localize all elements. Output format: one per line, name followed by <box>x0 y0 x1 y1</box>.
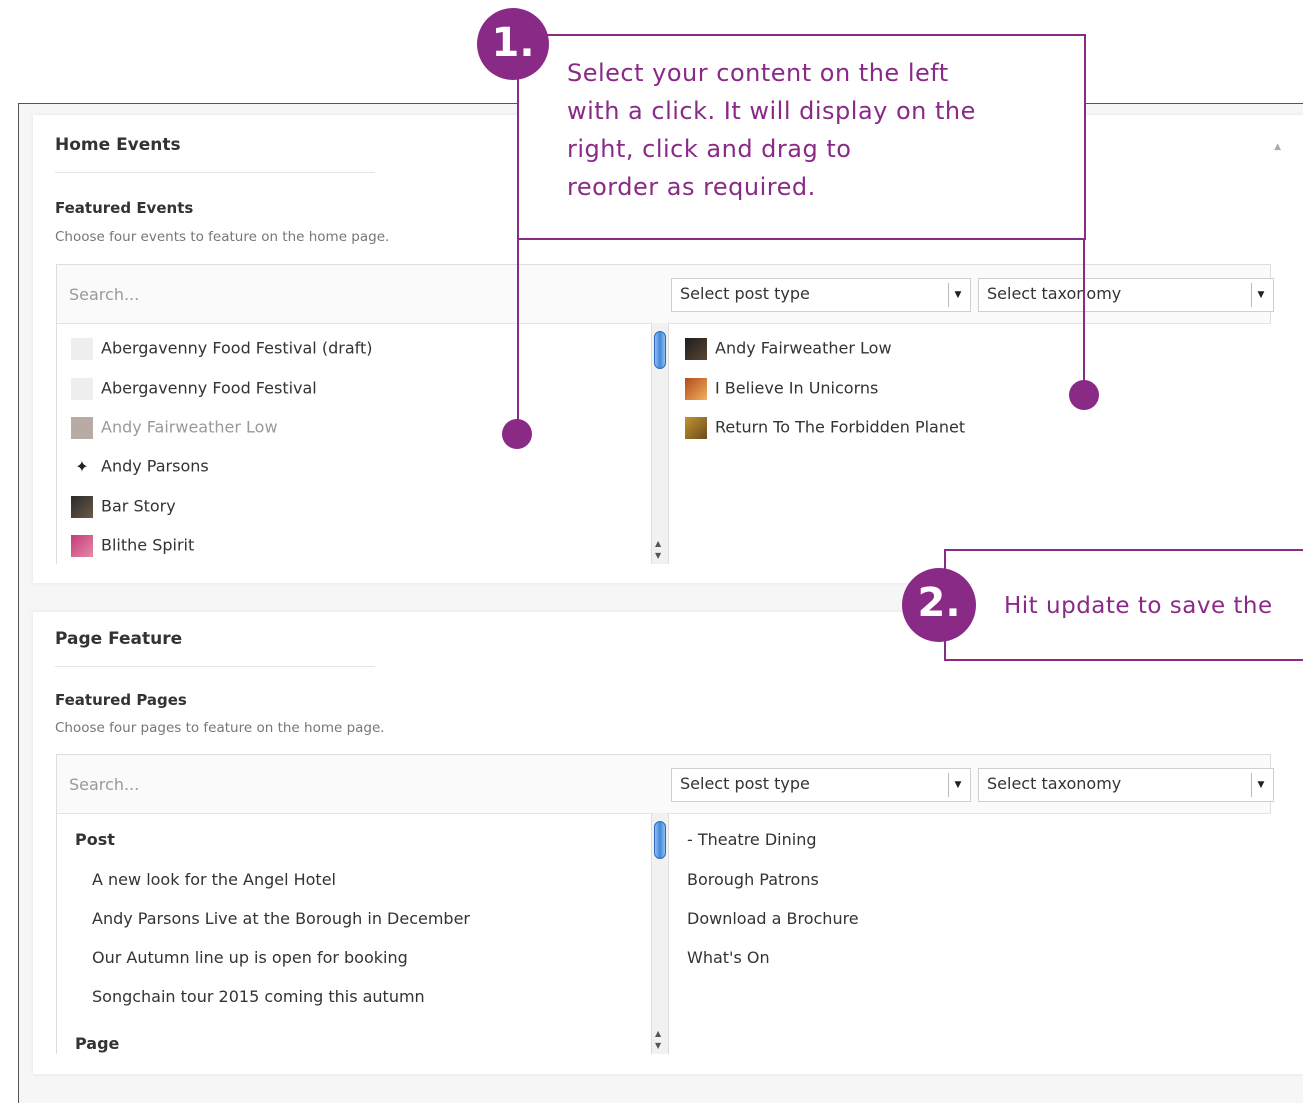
group-heading: Post <box>75 830 115 849</box>
thumbnail <box>685 417 707 439</box>
selected-list: Andy Fairweather Low I Believe In Unicor… <box>669 323 1271 565</box>
list-item[interactable]: ✦ Andy Parsons <box>71 456 209 478</box>
selected-item[interactable]: Download a Brochure <box>687 909 859 928</box>
selected-item[interactable]: Return To The Forbidden Planet <box>685 417 965 439</box>
post-type-select-value: Select post type <box>680 774 810 793</box>
taxonomy-select[interactable]: Select taxonomy ▼ <box>978 768 1274 802</box>
list-item[interactable]: Andy Fairweather Low <box>71 417 278 439</box>
chevron-down-icon: ▼ <box>948 283 967 307</box>
step-badge: 2. <box>902 568 976 642</box>
list-item-label: Andy Parsons <box>101 456 209 476</box>
callout-leader-line <box>517 240 519 435</box>
field-description: Choose four pages to feature on the home… <box>55 720 385 736</box>
scroll-down-icon[interactable]: ▼ <box>655 1041 661 1050</box>
callout-leader-line <box>1083 240 1085 395</box>
callout-line: Select your content on the left <box>567 59 949 87</box>
thumbnail <box>685 378 707 400</box>
post-type-select[interactable]: Select post type ▼ <box>671 768 971 802</box>
scroll-thumb[interactable] <box>654 331 666 369</box>
step-badge: 1. <box>477 8 549 80</box>
thumbnail-placeholder <box>71 378 93 400</box>
list-item-label: Return To The Forbidden Planet <box>715 417 966 437</box>
available-list: Abergavenny Food Festival (draft) Aberga… <box>57 323 651 565</box>
list-item-label: Blithe Spirit <box>101 535 195 555</box>
selected-item[interactable]: Andy Fairweather Low <box>685 338 892 360</box>
list-item[interactable]: Bar Story <box>71 496 176 518</box>
chevron-down-icon: ▼ <box>1251 283 1270 307</box>
chevron-down-icon: ▼ <box>948 773 967 797</box>
group-heading: Page <box>75 1034 120 1053</box>
callout-pointer-dot <box>1069 380 1099 410</box>
list-item[interactable]: Blithe Spirit <box>71 535 194 557</box>
callout-line: with a click. It will display on the <box>567 97 976 125</box>
callout-text: Select your content on the left with a c… <box>567 54 976 206</box>
callout-line: right, click and drag to <box>567 135 852 163</box>
section-divider <box>55 172 375 173</box>
thumbnail-placeholder <box>71 338 93 360</box>
post-type-select-value: Select post type <box>680 284 810 303</box>
search-input[interactable] <box>57 265 667 323</box>
taxonomy-select-value: Select taxonomy <box>987 774 1122 793</box>
taxonomy-select-value: Select taxonomy <box>987 284 1122 303</box>
post-type-select[interactable]: Select post type ▼ <box>671 278 971 312</box>
scrollbar[interactable]: ▲ ▼ <box>651 323 669 564</box>
instruction-callout-2: Hit update to save the <box>944 549 1303 661</box>
section-divider <box>55 666 375 667</box>
list-item-label: I Believe In Unicorns <box>715 378 879 398</box>
callout-line: reorder as required. <box>567 173 816 201</box>
selected-item[interactable]: What's On <box>687 948 770 967</box>
selected-item[interactable]: I Believe In Unicorns <box>685 378 878 400</box>
page-feature-panel: Page Feature Featured Pages Choose four … <box>33 612 1303 1074</box>
chevron-down-icon: ▼ <box>1251 773 1270 797</box>
section-title: Home Events <box>55 135 181 155</box>
field-label: Featured Events <box>55 199 194 217</box>
thumbnail <box>685 338 707 360</box>
list-item[interactable]: Andy Parsons Live at the Borough in Dece… <box>92 909 470 928</box>
list-item-label: Andy Fairweather Low <box>101 417 278 437</box>
scroll-thumb[interactable] <box>654 821 666 859</box>
thumbnail <box>71 417 93 439</box>
search-input[interactable] <box>57 755 667 813</box>
list-item-label: Bar Story <box>101 496 176 516</box>
collapse-arrow-icon[interactable]: ▲ <box>1274 142 1281 152</box>
selected-item[interactable]: Borough Patrons <box>687 870 819 889</box>
relationship-picker: Select post type ▼ Select taxonomy ▼ Pos… <box>56 754 1274 1055</box>
callout-text: Hit update to save the <box>1004 593 1273 619</box>
thumbnail <box>71 496 93 518</box>
available-list: Post A new look for the Angel Hotel Andy… <box>57 813 651 1055</box>
list-item[interactable]: Our Autumn line up is open for booking <box>92 948 408 967</box>
list-item[interactable]: Songchain tour 2015 coming this autumn <box>92 987 425 1006</box>
instruction-callout-1: Select your content on the left with a c… <box>517 34 1086 240</box>
list-item-label: Andy Fairweather Low <box>715 338 892 358</box>
scroll-down-icon[interactable]: ▼ <box>655 551 661 560</box>
scroll-up-icon[interactable]: ▲ <box>655 1029 661 1038</box>
callout-pointer-dot <box>502 419 532 449</box>
scroll-up-icon[interactable]: ▲ <box>655 539 661 548</box>
section-title: Page Feature <box>55 629 183 649</box>
list-item-label: Abergavenny Food Festival (draft) <box>101 338 373 358</box>
list-item-label: Abergavenny Food Festival <box>101 378 317 398</box>
field-label: Featured Pages <box>55 691 187 709</box>
taxonomy-select[interactable]: Select taxonomy ▼ <box>978 278 1274 312</box>
selected-list: - Theatre Dining Borough Patrons Downloa… <box>669 813 1271 1055</box>
relationship-picker: Select post type ▼ Select taxonomy ▼ Abe… <box>56 264 1274 565</box>
field-description: Choose four events to feature on the hom… <box>55 229 390 245</box>
list-item[interactable]: A new look for the Angel Hotel <box>92 870 336 889</box>
figure-icon: ✦ <box>71 456 93 478</box>
list-item[interactable]: Abergavenny Food Festival (draft) <box>71 338 372 360</box>
scrollbar[interactable]: ▲ ▼ <box>651 813 669 1054</box>
selected-item[interactable]: - Theatre Dining <box>687 830 817 849</box>
list-item[interactable]: Abergavenny Food Festival <box>71 378 317 400</box>
thumbnail <box>71 535 93 557</box>
